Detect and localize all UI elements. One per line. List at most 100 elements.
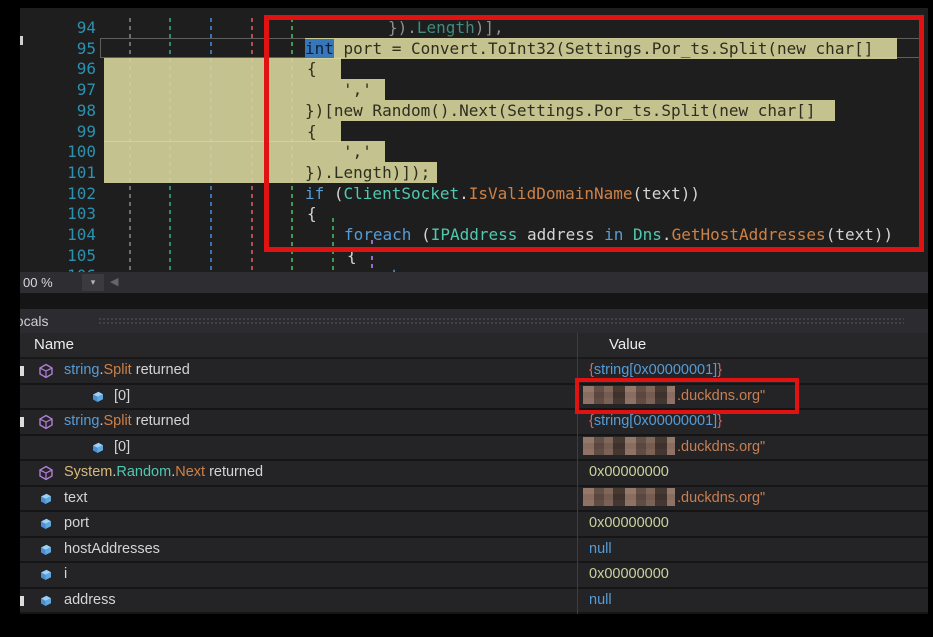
line-number: 104 bbox=[67, 225, 96, 244]
field-icon bbox=[38, 542, 54, 558]
name-token: text bbox=[64, 489, 88, 506]
name-token: System bbox=[64, 464, 113, 480]
locals-value-cell: 0x00000000 bbox=[589, 512, 669, 536]
locals-name-cell: hostAddresses bbox=[64, 538, 160, 562]
locals-row[interactable]: i 0x00000000 bbox=[20, 563, 928, 589]
value-token: string[0x00000001] bbox=[593, 413, 718, 429]
value-token: null bbox=[589, 540, 612, 557]
name-token: Split bbox=[103, 362, 132, 378]
locals-name-cell: string.Split returned bbox=[64, 410, 190, 434]
locals-value-cell: null bbox=[589, 538, 612, 562]
locals-row[interactable]: [0] .duckdns.org" bbox=[20, 435, 928, 461]
locals-row[interactable]: hostAddresses null bbox=[20, 537, 928, 563]
locals-panel-titlebar[interactable]: Locals bbox=[8, 309, 928, 333]
locals-name-cell: address bbox=[64, 589, 116, 613]
name-token: [0] bbox=[114, 387, 131, 404]
name-token: string bbox=[64, 413, 100, 429]
value-token: null bbox=[589, 591, 612, 608]
field-icon bbox=[38, 491, 54, 507]
field-icon bbox=[38, 516, 54, 532]
line-number: 97 bbox=[76, 80, 96, 100]
locals-value-cell: null bbox=[589, 589, 612, 613]
redacted-blur bbox=[583, 487, 675, 506]
name-token: hostAddresses bbox=[64, 540, 160, 557]
locals-value-cell: .duckdns.org" bbox=[583, 436, 766, 460]
name-token: Split bbox=[103, 413, 132, 429]
locals-value-cell: 0x00000000 bbox=[589, 563, 669, 587]
frame-bottom bbox=[0, 614, 933, 637]
line-number: 95 bbox=[76, 38, 96, 58]
panel-separator bbox=[20, 293, 928, 309]
locals-name-cell: [0] bbox=[114, 436, 130, 460]
locals-column-header: Name Value bbox=[20, 333, 928, 359]
column-header-name[interactable]: Name bbox=[34, 333, 74, 357]
titlebar-grip-texture bbox=[98, 317, 904, 326]
debugger-screenshot: 94}).Length)], 95 int port = Convert.ToInt… bbox=[0, 0, 933, 637]
value-token: } bbox=[717, 413, 723, 429]
column-header-value[interactable]: Value bbox=[609, 333, 646, 357]
field-icon bbox=[38, 567, 54, 583]
method-icon bbox=[39, 363, 53, 379]
locals-name-cell: text bbox=[64, 487, 87, 511]
method-icon bbox=[38, 363, 54, 379]
method-icon bbox=[39, 465, 53, 481]
name-token: Next bbox=[175, 464, 206, 480]
value-token: .duckdns.org" bbox=[677, 438, 766, 455]
line-number: 102 bbox=[67, 183, 96, 203]
line-number: 103 bbox=[67, 204, 96, 224]
name-token: string bbox=[64, 362, 100, 378]
name-token: i bbox=[64, 566, 68, 582]
method-icon bbox=[38, 414, 54, 430]
annotation-rect-value bbox=[575, 378, 799, 414]
zoom-dropdown-button[interactable]: ▾ bbox=[82, 274, 104, 291]
editor-status-bar: 00 % ▾ ◀ bbox=[20, 272, 928, 293]
column-divider[interactable] bbox=[577, 333, 578, 614]
field-icon bbox=[90, 389, 106, 405]
name-token: port bbox=[64, 515, 89, 531]
locals-name-cell: i bbox=[64, 563, 67, 587]
value-token: 0x00000000 bbox=[589, 464, 669, 480]
method-icon bbox=[39, 414, 53, 430]
field-icon bbox=[93, 391, 103, 402]
line-number: 96 bbox=[76, 59, 96, 79]
annotation-rect-code bbox=[264, 15, 924, 252]
redacted-blur bbox=[583, 436, 675, 455]
locals-row[interactable]: port 0x00000000 bbox=[20, 512, 928, 538]
locals-value-cell: .duckdns.org" bbox=[583, 487, 766, 511]
code-text: try bbox=[390, 265, 419, 272]
expander-icon[interactable] bbox=[20, 366, 24, 376]
frame-left bbox=[0, 0, 20, 637]
value-token: } bbox=[717, 362, 723, 378]
locals-row[interactable]: address null bbox=[20, 588, 928, 614]
locals-row[interactable]: System.Random.Next returned 0x00000000 bbox=[20, 461, 928, 487]
zoom-level[interactable]: 00 % bbox=[23, 272, 53, 293]
line-number: 105 bbox=[67, 245, 96, 265]
locals-name-cell: [0] bbox=[114, 385, 130, 409]
line-number: 100 bbox=[67, 142, 96, 162]
field-icon bbox=[93, 442, 103, 453]
expander-icon[interactable] bbox=[20, 417, 24, 427]
locals-row[interactable]: text .duckdns.org" bbox=[20, 486, 928, 512]
locals-name-cell: port bbox=[64, 512, 89, 536]
margin-tick bbox=[20, 36, 23, 45]
name-token: address bbox=[64, 591, 116, 608]
name-token: Random bbox=[116, 464, 172, 480]
name-token: returned bbox=[131, 362, 190, 378]
field-icon bbox=[41, 569, 51, 580]
value-token: .duckdns.org" bbox=[677, 489, 766, 506]
field-icon bbox=[41, 518, 51, 529]
line-number: 99 bbox=[76, 121, 96, 141]
locals-name-cell: System.Random.Next returned bbox=[64, 461, 263, 485]
line-number: 98 bbox=[76, 100, 96, 120]
expander-icon[interactable] bbox=[20, 595, 24, 606]
value-token: 0x00000000 bbox=[589, 515, 669, 531]
field-icon bbox=[41, 595, 51, 606]
name-token: [0] bbox=[114, 438, 131, 455]
field-icon bbox=[90, 440, 106, 456]
name-token: returned bbox=[205, 464, 264, 480]
value-token: 0x00000000 bbox=[589, 566, 669, 582]
locals-name-cell: string.Split returned bbox=[64, 359, 190, 383]
frame-right bbox=[928, 0, 933, 637]
scroll-left-arrow-icon[interactable]: ◀ bbox=[110, 275, 118, 290]
code-line-106[interactable]: 106 try bbox=[20, 265, 928, 272]
